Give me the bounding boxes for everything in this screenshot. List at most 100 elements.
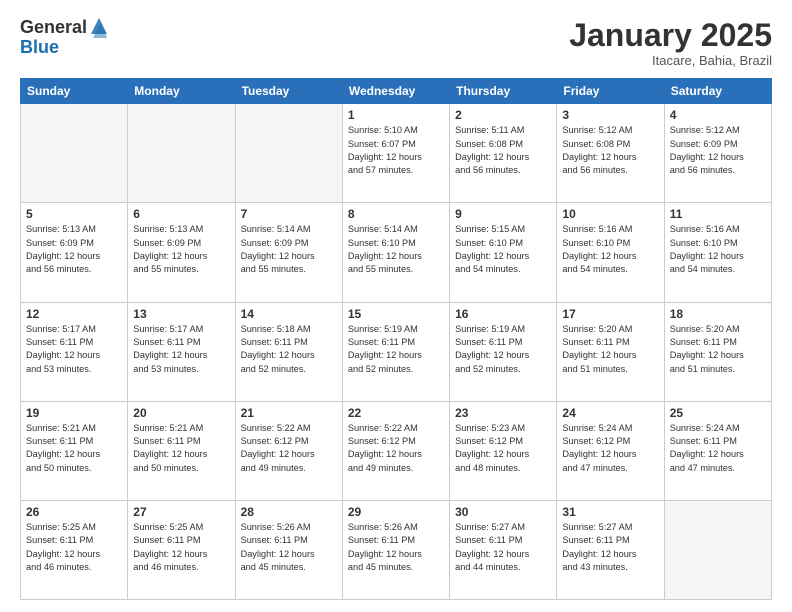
day-number: 29 bbox=[348, 505, 444, 519]
day-number: 9 bbox=[455, 207, 551, 221]
table-row: 10 Sunrise: 5:16 AM Sunset: 6:10 PM Dayli… bbox=[557, 203, 664, 302]
day-info: Sunrise: 5:19 AM Sunset: 6:11 PM Dayligh… bbox=[455, 323, 551, 376]
day-info: Sunrise: 5:25 AM Sunset: 6:11 PM Dayligh… bbox=[26, 521, 122, 574]
day-info: Sunrise: 5:22 AM Sunset: 6:12 PM Dayligh… bbox=[348, 422, 444, 475]
day-number: 5 bbox=[26, 207, 122, 221]
table-row: 11 Sunrise: 5:16 AM Sunset: 6:10 PM Dayli… bbox=[664, 203, 771, 302]
day-info: Sunrise: 5:17 AM Sunset: 6:11 PM Dayligh… bbox=[133, 323, 229, 376]
day-number: 2 bbox=[455, 108, 551, 122]
table-row: 4Sunrise: 5:12 AM Sunset: 6:09 PM Daylig… bbox=[664, 104, 771, 203]
day-info: Sunrise: 5:13 AM Sunset: 6:09 PM Dayligh… bbox=[133, 223, 229, 276]
table-row: 16 Sunrise: 5:19 AM Sunset: 6:11 PM Dayli… bbox=[450, 302, 557, 401]
table-row: 5Sunrise: 5:13 AM Sunset: 6:09 PM Daylig… bbox=[21, 203, 128, 302]
calendar-week-row: 19 Sunrise: 5:21 AM Sunset: 6:11 PM Dayli… bbox=[21, 401, 772, 500]
day-info: Sunrise: 5:26 AM Sunset: 6:11 PM Dayligh… bbox=[241, 521, 337, 574]
header-tuesday: Tuesday bbox=[235, 79, 342, 104]
page: General Blue January 2025 Itacare, Bahia… bbox=[0, 0, 792, 612]
header-thursday: Thursday bbox=[450, 79, 557, 104]
day-number: 15 bbox=[348, 307, 444, 321]
table-row: 9 Sunrise: 5:15 AM Sunset: 6:10 PM Daylig… bbox=[450, 203, 557, 302]
table-row: 14Sunrise: 5:18 AM Sunset: 6:11 PM Dayli… bbox=[235, 302, 342, 401]
header: General Blue January 2025 Itacare, Bahia… bbox=[20, 18, 772, 68]
day-number: 11 bbox=[670, 207, 766, 221]
day-info: Sunrise: 5:24 AM Sunset: 6:11 PM Dayligh… bbox=[670, 422, 766, 475]
logo: General Blue bbox=[20, 18, 109, 58]
title-block: January 2025 Itacare, Bahia, Brazil bbox=[569, 18, 772, 68]
day-number: 13 bbox=[133, 307, 229, 321]
table-row: 3 Sunrise: 5:12 AM Sunset: 6:08 PM Daylig… bbox=[557, 104, 664, 203]
table-row: 26 Sunrise: 5:25 AM Sunset: 6:11 PM Dayli… bbox=[21, 500, 128, 599]
day-number: 23 bbox=[455, 406, 551, 420]
day-number: 6 bbox=[133, 207, 229, 221]
day-number: 1 bbox=[348, 108, 444, 122]
day-info: Sunrise: 5:12 AM Sunset: 6:09 PM Dayligh… bbox=[670, 124, 766, 177]
header-wednesday: Wednesday bbox=[342, 79, 449, 104]
day-info: Sunrise: 5:12 AM Sunset: 6:08 PM Dayligh… bbox=[562, 124, 658, 177]
day-number: 3 bbox=[562, 108, 658, 122]
day-info: Sunrise: 5:25 AM Sunset: 6:11 PM Dayligh… bbox=[133, 521, 229, 574]
table-row: 21Sunrise: 5:22 AM Sunset: 6:12 PM Dayli… bbox=[235, 401, 342, 500]
table-row: 24 Sunrise: 5:24 AM Sunset: 6:12 PM Dayli… bbox=[557, 401, 664, 500]
table-row: 20 Sunrise: 5:21 AM Sunset: 6:11 PM Dayli… bbox=[128, 401, 235, 500]
day-number: 30 bbox=[455, 505, 551, 519]
table-row: 18Sunrise: 5:20 AM Sunset: 6:11 PM Dayli… bbox=[664, 302, 771, 401]
calendar-table: Sunday Monday Tuesday Wednesday Thursday… bbox=[20, 78, 772, 600]
day-info: Sunrise: 5:24 AM Sunset: 6:12 PM Dayligh… bbox=[562, 422, 658, 475]
day-info: Sunrise: 5:20 AM Sunset: 6:11 PM Dayligh… bbox=[562, 323, 658, 376]
month-title: January 2025 bbox=[569, 18, 772, 53]
day-info: Sunrise: 5:11 AM Sunset: 6:08 PM Dayligh… bbox=[455, 124, 551, 177]
table-row: 8Sunrise: 5:14 AM Sunset: 6:10 PM Daylig… bbox=[342, 203, 449, 302]
day-info: Sunrise: 5:15 AM Sunset: 6:10 PM Dayligh… bbox=[455, 223, 551, 276]
table-row: 6 Sunrise: 5:13 AM Sunset: 6:09 PM Daylig… bbox=[128, 203, 235, 302]
day-info: Sunrise: 5:18 AM Sunset: 6:11 PM Dayligh… bbox=[241, 323, 337, 376]
logo-icon bbox=[89, 16, 109, 38]
calendar-week-row: 5 Sunrise: 5:13 AM Sunset: 6:09 PM Daylig… bbox=[21, 203, 772, 302]
table-row: 29 Sunrise: 5:26 AM Sunset: 6:11 PM Dayli… bbox=[342, 500, 449, 599]
day-info: Sunrise: 5:21 AM Sunset: 6:11 PM Dayligh… bbox=[26, 422, 122, 475]
table-row: 25 Sunrise: 5:24 AM Sunset: 6:11 PM Dayli… bbox=[664, 401, 771, 500]
calendar-week-row: 26 Sunrise: 5:25 AM Sunset: 6:11 PM Dayli… bbox=[21, 500, 772, 599]
day-number: 20 bbox=[133, 406, 229, 420]
header-saturday: Saturday bbox=[664, 79, 771, 104]
logo-text: General Blue bbox=[20, 18, 109, 58]
day-number: 17 bbox=[562, 307, 658, 321]
table-row: 7Sunrise: 5:14 AM Sunset: 6:09 PM Daylig… bbox=[235, 203, 342, 302]
table-row: 30 Sunrise: 5:27 AM Sunset: 6:11 PM Dayli… bbox=[450, 500, 557, 599]
day-info: Sunrise: 5:21 AM Sunset: 6:11 PM Dayligh… bbox=[133, 422, 229, 475]
day-info: Sunrise: 5:20 AM Sunset: 6:11 PM Dayligh… bbox=[670, 323, 766, 376]
logo-blue: Blue bbox=[20, 38, 109, 58]
day-number: 26 bbox=[26, 505, 122, 519]
table-row: 22Sunrise: 5:22 AM Sunset: 6:12 PM Dayli… bbox=[342, 401, 449, 500]
day-info: Sunrise: 5:16 AM Sunset: 6:10 PM Dayligh… bbox=[670, 223, 766, 276]
header-friday: Friday bbox=[557, 79, 664, 104]
day-number: 28 bbox=[241, 505, 337, 519]
table-row: 12 Sunrise: 5:17 AM Sunset: 6:11 PM Dayli… bbox=[21, 302, 128, 401]
day-info: Sunrise: 5:27 AM Sunset: 6:11 PM Dayligh… bbox=[455, 521, 551, 574]
day-info: Sunrise: 5:14 AM Sunset: 6:09 PM Dayligh… bbox=[241, 223, 337, 276]
table-row: 15Sunrise: 5:19 AM Sunset: 6:11 PM Dayli… bbox=[342, 302, 449, 401]
table-row: 13 Sunrise: 5:17 AM Sunset: 6:11 PM Dayli… bbox=[128, 302, 235, 401]
table-row: 27Sunrise: 5:25 AM Sunset: 6:11 PM Dayli… bbox=[128, 500, 235, 599]
day-number: 24 bbox=[562, 406, 658, 420]
day-info: Sunrise: 5:23 AM Sunset: 6:12 PM Dayligh… bbox=[455, 422, 551, 475]
table-row bbox=[235, 104, 342, 203]
table-row: 31Sunrise: 5:27 AM Sunset: 6:11 PM Dayli… bbox=[557, 500, 664, 599]
day-number: 31 bbox=[562, 505, 658, 519]
day-number: 25 bbox=[670, 406, 766, 420]
table-row bbox=[128, 104, 235, 203]
table-row bbox=[664, 500, 771, 599]
table-row: 2 Sunrise: 5:11 AM Sunset: 6:08 PM Daylig… bbox=[450, 104, 557, 203]
day-number: 16 bbox=[455, 307, 551, 321]
day-number: 10 bbox=[562, 207, 658, 221]
day-info: Sunrise: 5:17 AM Sunset: 6:11 PM Dayligh… bbox=[26, 323, 122, 376]
table-row bbox=[21, 104, 128, 203]
location-subtitle: Itacare, Bahia, Brazil bbox=[569, 53, 772, 68]
header-monday: Monday bbox=[128, 79, 235, 104]
day-number: 19 bbox=[26, 406, 122, 420]
day-info: Sunrise: 5:16 AM Sunset: 6:10 PM Dayligh… bbox=[562, 223, 658, 276]
day-number: 12 bbox=[26, 307, 122, 321]
day-info: Sunrise: 5:10 AM Sunset: 6:07 PM Dayligh… bbox=[348, 124, 444, 177]
day-number: 8 bbox=[348, 207, 444, 221]
day-info: Sunrise: 5:26 AM Sunset: 6:11 PM Dayligh… bbox=[348, 521, 444, 574]
logo-general: General bbox=[20, 18, 87, 38]
